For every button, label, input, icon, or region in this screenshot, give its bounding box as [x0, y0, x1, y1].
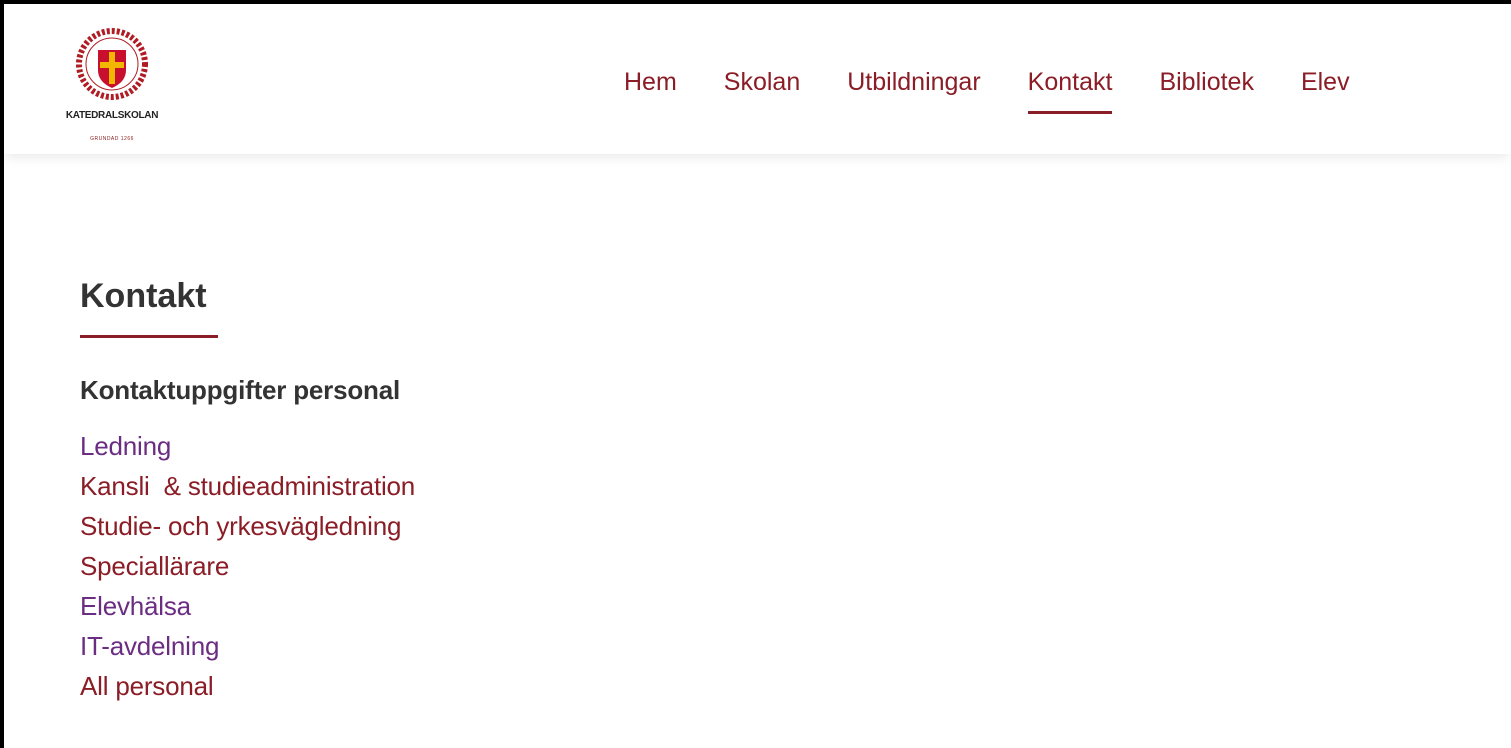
link-it-avdelning[interactable]: IT-avdelning — [80, 631, 219, 661]
page-title: Kontakt — [80, 277, 207, 315]
main-content: Kontakt Kontaktuppgifter personal Lednin… — [80, 274, 880, 706]
link-speciallarare[interactable]: Speciallärare — [80, 551, 229, 581]
link-kansli-studieadministration[interactable]: Kansli & studieadministration — [80, 471, 415, 501]
school-crest-icon — [76, 28, 148, 100]
contact-links-list: Ledning Kansli & studieadministration St… — [80, 426, 880, 706]
list-item: Kansli & studieadministration — [80, 466, 880, 506]
list-item: Studie- och yrkesvägledning — [80, 506, 880, 546]
nav-item-skolan[interactable]: Skolan — [724, 64, 800, 114]
nav-item-bibliotek[interactable]: Bibliotek — [1159, 64, 1254, 114]
list-item: Speciallärare — [80, 546, 880, 586]
link-elevhalsa[interactable]: Elevhälsa — [80, 591, 191, 621]
title-underline-divider — [80, 335, 218, 338]
site-header: KATEDRALSKOLAN GRUNDAD 1266 Hem Skolan U… — [4, 4, 1511, 154]
link-ledning[interactable]: Ledning — [80, 431, 171, 461]
logo-school-name: KATEDRALSKOLAN — [65, 110, 159, 121]
section-heading-contact-staff: Kontaktuppgifter personal — [80, 375, 401, 405]
list-item: All personal — [80, 666, 880, 706]
link-studie-yrkesvagledning[interactable]: Studie- och yrkesvägledning — [80, 511, 401, 541]
list-item: Ledning — [80, 426, 880, 466]
logo-founded-text: GRUNDAD 1266 — [90, 136, 134, 142]
nav-item-utbildningar[interactable]: Utbildningar — [847, 64, 980, 114]
nav-item-hem[interactable]: Hem — [624, 64, 677, 114]
nav-item-elev[interactable]: Elev — [1301, 64, 1350, 114]
list-item: Elevhälsa — [80, 586, 880, 626]
link-all-personal[interactable]: All personal — [80, 671, 214, 701]
site-logo[interactable]: KATEDRALSKOLAN GRUNDAD 1266 — [52, 26, 172, 148]
nav-item-kontakt[interactable]: Kontakt — [1027, 64, 1112, 114]
list-item: IT-avdelning — [80, 626, 880, 666]
main-navigation: Hem Skolan Utbildningar Kontakt Bibliote… — [624, 64, 1397, 124]
browser-viewport: KATEDRALSKOLAN GRUNDAD 1266 Hem Skolan U… — [4, 4, 1511, 748]
